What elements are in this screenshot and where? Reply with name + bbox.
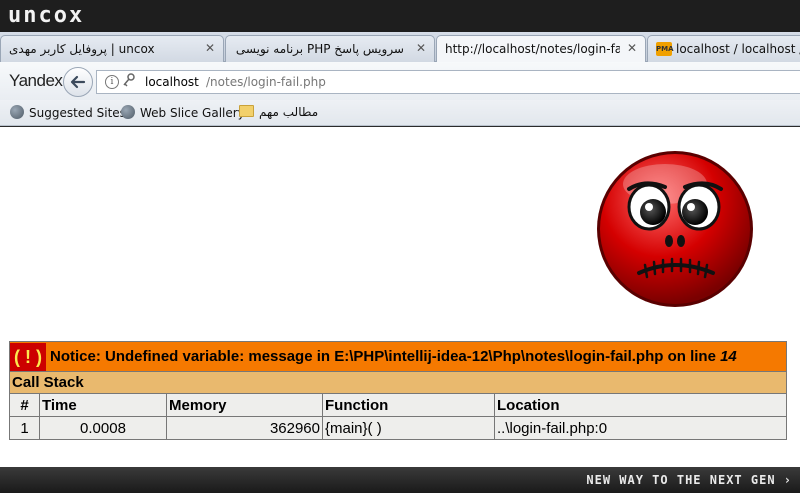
notice-line-number: 14 bbox=[720, 347, 737, 365]
back-button[interactable] bbox=[63, 67, 93, 97]
column-header-location: Location bbox=[494, 393, 787, 417]
column-header-time: Time bbox=[39, 393, 167, 417]
footer-slogan[interactable]: NEW WAY TO THE NEXT GEN › bbox=[586, 473, 792, 487]
tab-label: http://localhost/notes/login-fail.php bbox=[445, 42, 620, 56]
column-header-number: # bbox=[9, 393, 40, 417]
tab-php-service[interactable]: سرویس پاسخ PHP برنامه نویسی وب و ✕ bbox=[225, 35, 435, 62]
cell-memory: 362960 bbox=[166, 416, 323, 440]
url-host: localhost bbox=[145, 75, 199, 89]
site-logo[interactable]: uncox bbox=[8, 3, 84, 28]
navigation-bar: Yandex i localhost /notes/login-fail.php bbox=[0, 62, 800, 100]
column-header-memory: Memory bbox=[166, 393, 323, 417]
notice-cell: ( ! ) Notice: Undefined variable: message… bbox=[9, 341, 787, 372]
site-footer-bar: NEW WAY TO THE NEXT GEN › bbox=[0, 467, 800, 493]
site-brand-bar: uncox bbox=[0, 0, 800, 32]
notice-row: ( ! ) Notice: Undefined variable: message… bbox=[9, 341, 787, 372]
cell-number: 1 bbox=[9, 416, 40, 440]
folder-icon bbox=[239, 105, 254, 117]
tab-strip: پروفایل کاربر مهدی | uncox ✕ سرویس پاسخ … bbox=[0, 32, 800, 63]
globe-icon bbox=[121, 105, 135, 119]
browser-window: uncox پروفایل کاربر مهدی | uncox ✕ سرویس… bbox=[0, 0, 800, 493]
tab-label: سرویس پاسخ PHP برنامه نویسی وب و bbox=[234, 42, 404, 56]
phpmyadmin-icon: PMA bbox=[656, 42, 674, 56]
tab-label: localhost / localhost / n bbox=[676, 42, 800, 56]
bookmark-label: Suggested Sites bbox=[29, 106, 126, 120]
address-bar[interactable]: i localhost /notes/login-fail.php bbox=[96, 70, 800, 94]
sad-face-icon bbox=[597, 151, 753, 307]
back-arrow-icon bbox=[70, 75, 86, 89]
browser-brand[interactable]: Yandex bbox=[9, 71, 63, 91]
url-path: /notes/login-fail.php bbox=[206, 75, 326, 89]
close-icon[interactable]: ✕ bbox=[205, 41, 215, 55]
tab-phpmyadmin[interactable]: PMAlocalhost / localhost / n bbox=[647, 35, 800, 62]
globe-icon bbox=[10, 105, 24, 119]
bookmark-label: مطالب مهم bbox=[259, 105, 319, 119]
cell-function: {main}( ) bbox=[322, 416, 495, 440]
bookmark-suggested-sites[interactable]: Suggested Sites bbox=[10, 105, 126, 120]
bookmark-web-slice-gallery[interactable]: Web Slice Gallery bbox=[121, 105, 245, 120]
browser-brand-text: Yandex bbox=[9, 71, 63, 90]
call-stack-title: Call Stack bbox=[9, 371, 787, 394]
tab-label: پروفایل کاربر مهدی | uncox bbox=[9, 42, 155, 56]
notice-message: Notice: Undefined variable: message in E… bbox=[50, 343, 737, 371]
tab-uncox-profile[interactable]: پروفایل کاربر مهدی | uncox ✕ bbox=[0, 35, 224, 62]
close-icon[interactable]: ✕ bbox=[627, 41, 637, 55]
warning-icon: ( ! ) bbox=[10, 342, 46, 371]
key-icon bbox=[123, 73, 135, 90]
xdebug-error-table: ( ! ) Notice: Undefined variable: message… bbox=[9, 341, 787, 440]
close-icon[interactable]: ✕ bbox=[416, 41, 426, 55]
tab-login-fail[interactable]: http://localhost/notes/login-fail.php ✕ bbox=[436, 35, 646, 63]
column-header-row: # Time Memory Function Location bbox=[9, 393, 787, 417]
column-header-function: Function bbox=[322, 393, 495, 417]
favorites-bar: Suggested Sites Web Slice Gallery مطالب … bbox=[0, 100, 800, 126]
sad-face-image bbox=[595, 149, 755, 309]
cell-location: ..\login-fail.php:0 bbox=[494, 416, 787, 440]
notice-text: Notice: Undefined variable: message in E… bbox=[49, 347, 721, 365]
bookmark-important-posts[interactable]: مطالب مهم bbox=[239, 105, 318, 119]
page-content: ( ! ) Notice: Undefined variable: message… bbox=[0, 127, 800, 467]
table-row: 1 0.0008 362960 {main}( ) ..\login-fail.… bbox=[9, 416, 787, 440]
bookmark-label: Web Slice Gallery bbox=[140, 106, 245, 120]
info-icon[interactable]: i bbox=[105, 75, 119, 89]
cell-time: 0.0008 bbox=[39, 416, 167, 440]
call-stack-header: Call Stack bbox=[9, 371, 787, 394]
